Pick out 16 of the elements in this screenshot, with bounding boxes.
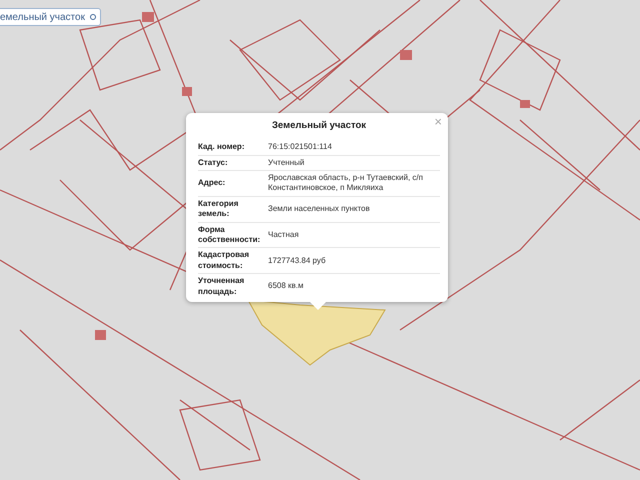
layer-select[interactable]: емельный участок	[0, 8, 101, 26]
field-value: 76:15:021501:114	[267, 142, 333, 153]
field-label: Категория земель:	[198, 198, 240, 220]
field-label: Уточненная площадь:	[198, 276, 246, 297]
field-label: Форма собственности:	[198, 224, 262, 246]
field-value: 6508 кв.м	[267, 281, 304, 292]
field-value: 1727743.84 руб	[267, 256, 327, 266]
field-value: Земли населенных пунктов	[267, 204, 371, 214]
field-label: Адрес:	[198, 178, 226, 189]
field-value: Частная	[267, 230, 300, 240]
popup-title: Земельный участок	[272, 119, 366, 133]
field-value: Ярославская область, р-н Тутаевский, с/п Константиновское, п Микляиха	[267, 173, 424, 194]
field-value: Учтенный	[267, 158, 306, 168]
field-label: Кад. номер:	[198, 142, 246, 153]
field-label: Кадастровая стоимость:	[198, 250, 250, 272]
field-label: Статус:	[198, 158, 229, 168]
